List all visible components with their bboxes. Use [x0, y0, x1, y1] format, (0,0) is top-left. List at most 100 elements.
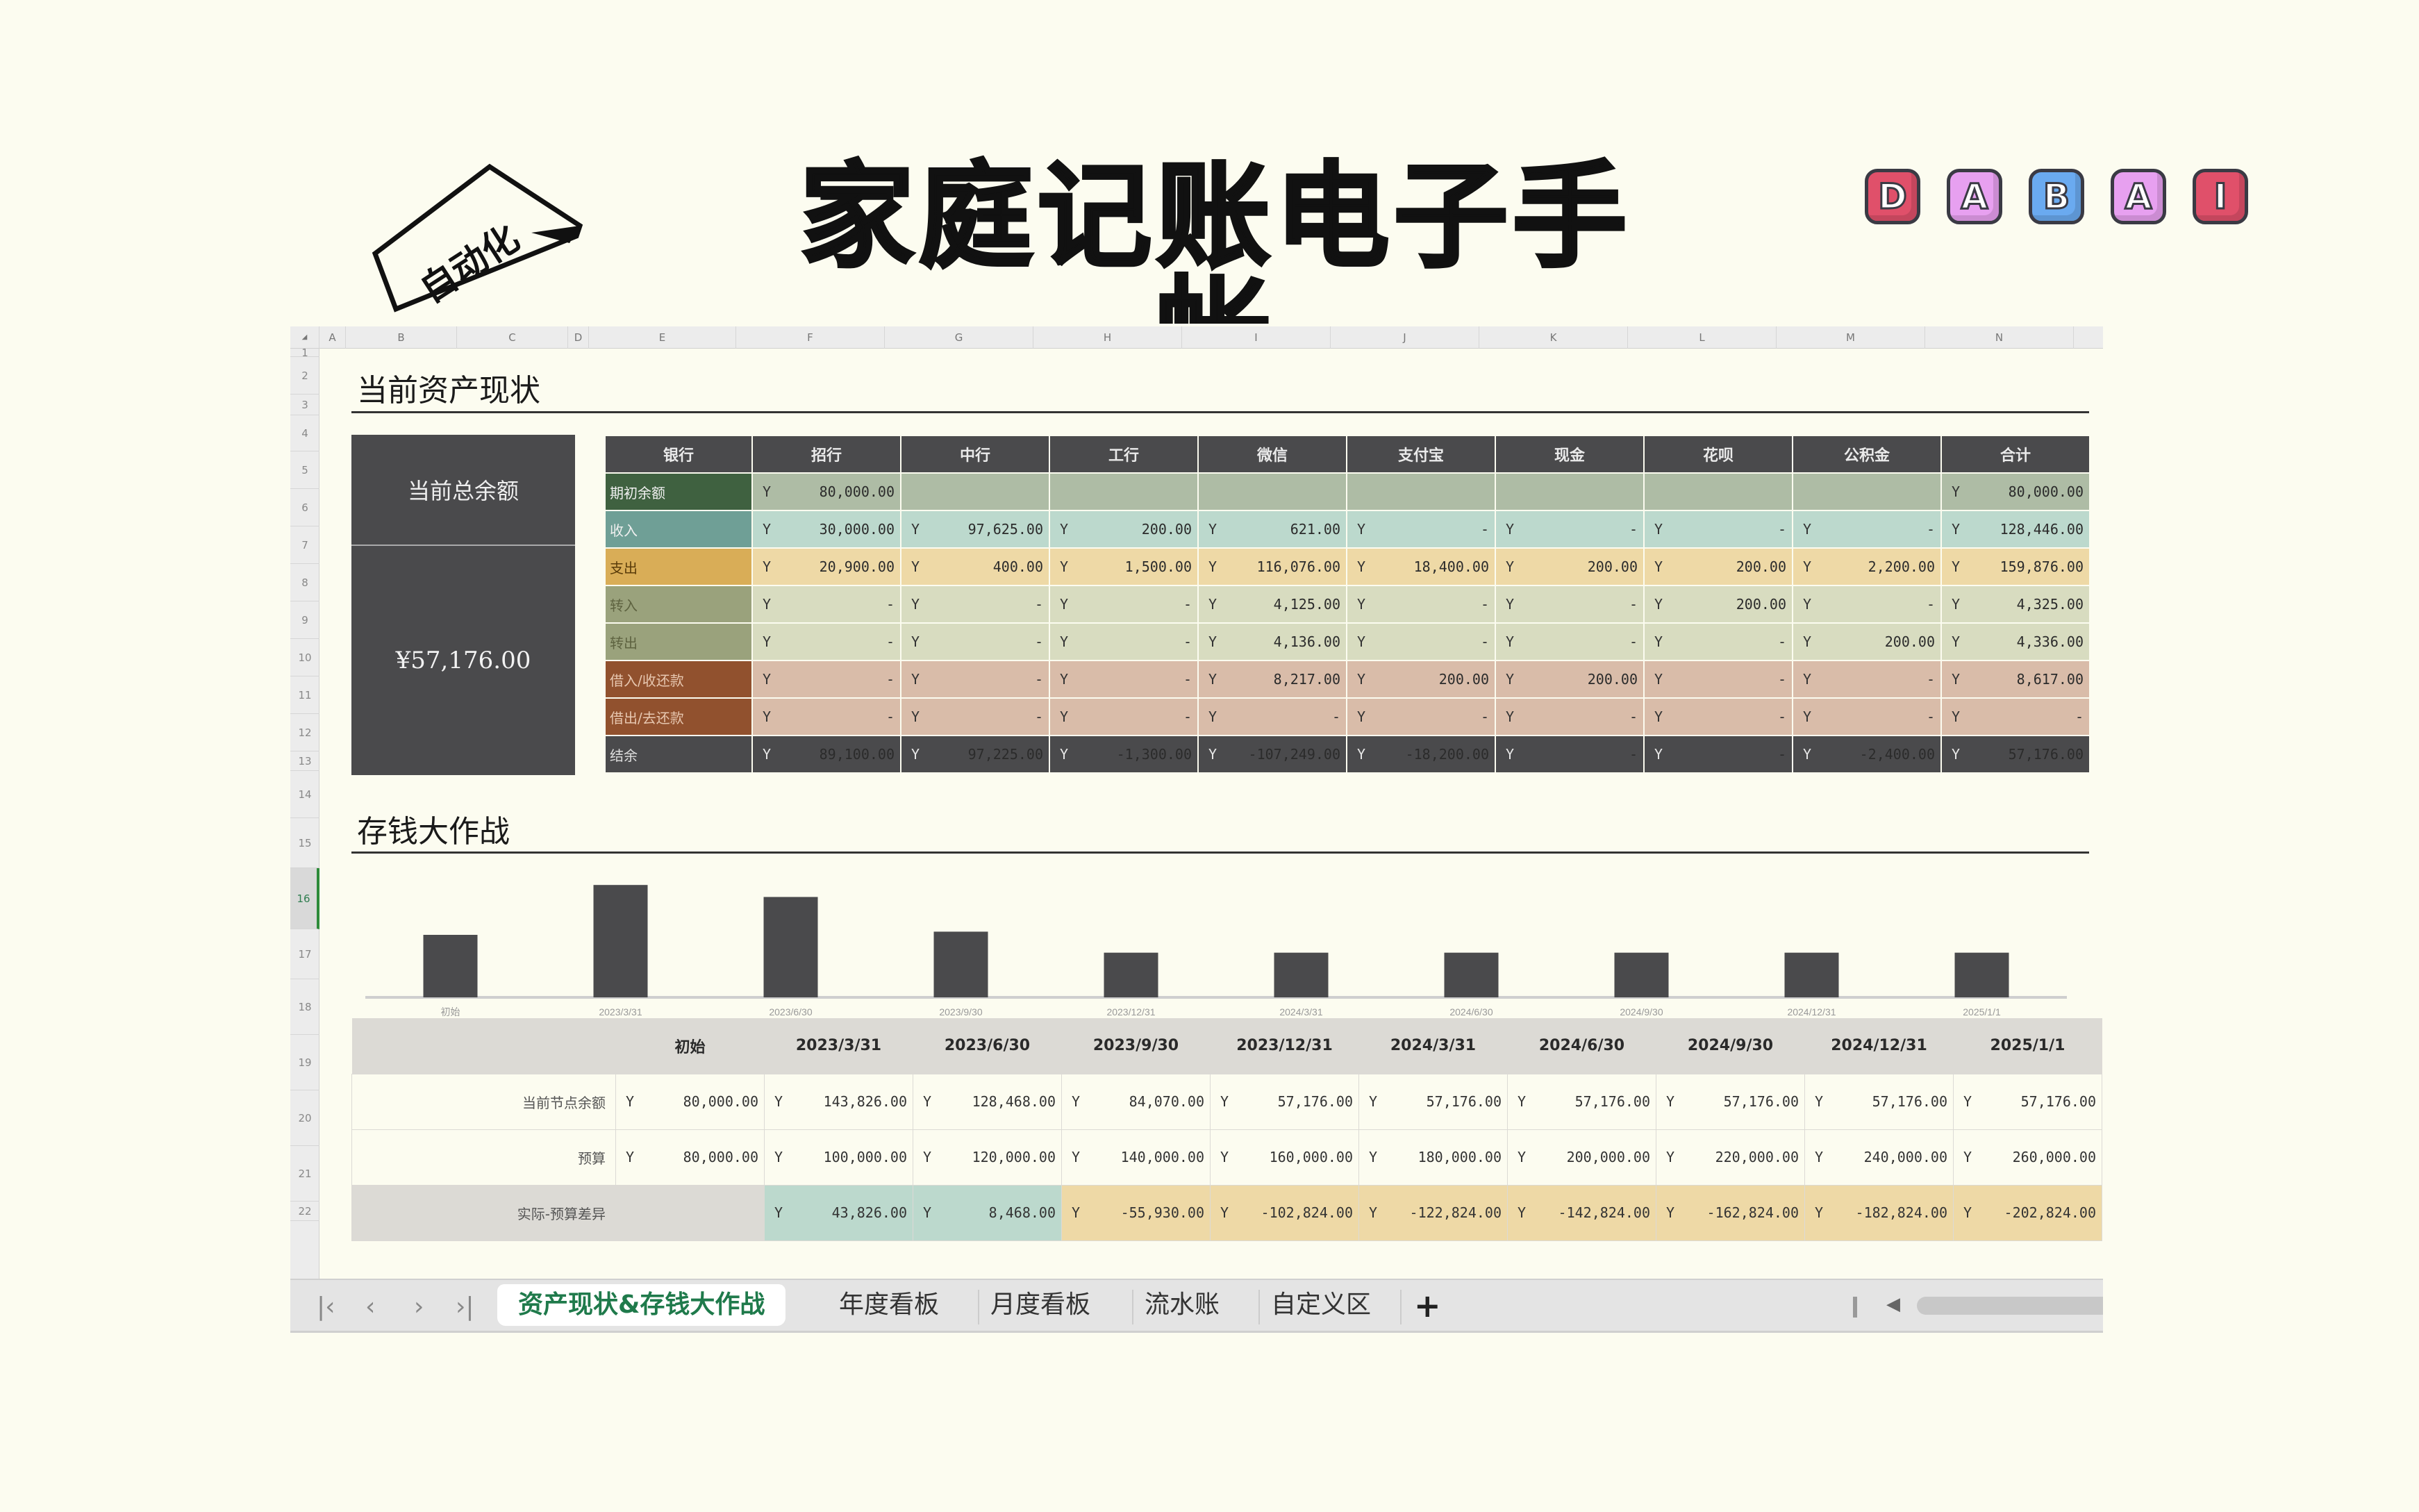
asset-cell[interactable]: Y-: [1645, 736, 1792, 772]
budget-cell[interactable]: Y 57,176.00: [1210, 1073, 1359, 1130]
budget-cell[interactable]: Y 128,468.00: [913, 1073, 1062, 1130]
asset-cell[interactable]: [901, 474, 1049, 510]
asset-cell[interactable]: Y-: [1050, 624, 1197, 660]
row-header-15[interactable]: 15: [290, 818, 319, 868]
budget-cell[interactable]: Y 100,000.00: [764, 1129, 913, 1186]
asset-cell[interactable]: Y 57,176.00: [1942, 736, 2089, 772]
asset-cell[interactable]: [1496, 474, 1643, 510]
asset-cell[interactable]: [1199, 474, 1346, 510]
spreadsheet[interactable]: ◢ A B C D E F G H I J K L M N 1 2 3 4 5 6 7 8 9 10 11 12 13 14 15 16 1…: [290, 324, 2103, 1339]
budget-cell[interactable]: Y -102,824.00: [1210, 1184, 1359, 1241]
budget-cell[interactable]: Y 80,000.00: [615, 1073, 765, 1130]
asset-cell[interactable]: Y-: [753, 699, 900, 735]
row-header-5[interactable]: 5: [290, 451, 319, 489]
asset-cell[interactable]: Y-: [901, 699, 1049, 735]
asset-cell[interactable]: Y-: [1347, 699, 1495, 735]
asset-cell[interactable]: Y-: [1496, 511, 1643, 547]
row-header-3[interactable]: 3: [290, 394, 319, 415]
asset-cell[interactable]: Y 4,125.00: [1199, 586, 1346, 622]
row-header-2[interactable]: 2: [290, 357, 319, 394]
asset-cell[interactable]: [1050, 474, 1197, 510]
asset-cell[interactable]: Y 80,000.00: [1942, 474, 2089, 510]
next-sheet-icon[interactable]: ›: [414, 1293, 424, 1321]
budget-cell[interactable]: Y -182,824.00: [1804, 1184, 1954, 1241]
budget-cell[interactable]: Y 43,826.00: [764, 1184, 913, 1241]
column-header-k[interactable]: K: [1479, 326, 1628, 349]
budget-cell[interactable]: Y 57,176.00: [1953, 1073, 2102, 1130]
column-header-f[interactable]: F: [736, 326, 885, 349]
row-header-22[interactable]: 22: [290, 1202, 319, 1221]
column-header-h[interactable]: H: [1033, 326, 1182, 349]
asset-cell[interactable]: Y 4,325.00: [1942, 586, 2089, 622]
asset-cell[interactable]: Y 200.00: [1347, 661, 1495, 697]
asset-cell[interactable]: Y-: [1645, 511, 1792, 547]
asset-cell[interactable]: Y -18,200.00: [1347, 736, 1495, 772]
asset-cell[interactable]: Y-: [1496, 736, 1643, 772]
sheet-tab[interactable]: 资产现状&存钱大作战: [497, 1284, 786, 1326]
row-header-21[interactable]: 21: [290, 1146, 319, 1202]
asset-cell[interactable]: Y-: [1793, 699, 1940, 735]
row-header-18[interactable]: 18: [290, 979, 319, 1035]
asset-cell[interactable]: Y -1,300.00: [1050, 736, 1197, 772]
asset-cell[interactable]: Y 8,617.00: [1942, 661, 2089, 697]
budget-cell[interactable]: Y -162,824.00: [1656, 1184, 1805, 1241]
asset-cell[interactable]: Y 97,225.00: [901, 736, 1049, 772]
budget-cell[interactable]: Y -202,824.00: [1953, 1184, 2102, 1241]
asset-cell[interactable]: Y-: [1496, 624, 1643, 660]
budget-cell[interactable]: Y -142,824.00: [1507, 1184, 1656, 1241]
asset-cell[interactable]: Y 4,336.00: [1942, 624, 2089, 660]
asset-cell[interactable]: Y-: [753, 661, 900, 697]
asset-cell[interactable]: Y-: [1793, 511, 1940, 547]
budget-cell[interactable]: Y -55,930.00: [1061, 1184, 1211, 1241]
budget-cell[interactable]: Y 57,176.00: [1804, 1073, 1954, 1130]
asset-cell[interactable]: Y 8,217.00: [1199, 661, 1346, 697]
budget-cell[interactable]: Y 180,000.00: [1358, 1129, 1508, 1186]
budget-cell[interactable]: Y 84,070.00: [1061, 1073, 1211, 1130]
row-header-12[interactable]: 12: [290, 714, 319, 751]
asset-cell[interactable]: Y-: [1793, 586, 1940, 622]
column-header-g[interactable]: G: [885, 326, 1033, 349]
asset-cell[interactable]: Y 200.00: [1793, 624, 1940, 660]
asset-cell[interactable]: Y 97,625.00: [901, 511, 1049, 547]
asset-cell[interactable]: Y 400.00: [901, 549, 1049, 585]
row-header-16[interactable]: 16: [290, 868, 319, 929]
asset-cell[interactable]: Y-: [753, 586, 900, 622]
row-header-9[interactable]: 9: [290, 601, 319, 639]
add-sheet-button[interactable]: +: [1414, 1287, 1441, 1324]
column-header-c[interactable]: C: [457, 326, 568, 349]
column-header-m[interactable]: M: [1777, 326, 1925, 349]
asset-cell[interactable]: Y 128,446.00: [1942, 511, 2089, 547]
asset-cell[interactable]: Y -2,400.00: [1793, 736, 1940, 772]
sheet-tab[interactable]: 月度看板: [990, 1284, 1090, 1326]
budget-cell[interactable]: Y 160,000.00: [1210, 1129, 1359, 1186]
asset-cell[interactable]: Y-: [901, 661, 1049, 697]
asset-cell[interactable]: Y 621.00: [1199, 511, 1346, 547]
scroll-left-icon[interactable]: ◀: [1886, 1294, 1900, 1315]
column-header-n[interactable]: N: [1925, 326, 2074, 349]
asset-cell[interactable]: Y 2,200.00: [1793, 549, 1940, 585]
sheet-tab[interactable]: 流水账: [1145, 1284, 1220, 1326]
asset-cell[interactable]: Y 89,100.00: [753, 736, 900, 772]
row-header-7[interactable]: 7: [290, 526, 319, 564]
asset-cell[interactable]: Y 18,400.00: [1347, 549, 1495, 585]
asset-cell[interactable]: Y-: [1496, 699, 1643, 735]
asset-cell[interactable]: Y 20,900.00: [753, 549, 900, 585]
row-header-17[interactable]: 17: [290, 929, 319, 979]
asset-cell[interactable]: Y 80,000.00: [753, 474, 900, 510]
row-header-19[interactable]: 19: [290, 1035, 319, 1090]
column-header-b[interactable]: B: [346, 326, 457, 349]
row-header-13[interactable]: 13: [290, 751, 319, 771]
scroll-split-handle[interactable]: [1853, 1297, 1857, 1318]
budget-cell[interactable]: Y 8,468.00: [913, 1184, 1062, 1241]
asset-cell[interactable]: Y-: [1050, 661, 1197, 697]
asset-cell[interactable]: Y-: [1347, 511, 1495, 547]
select-all-corner[interactable]: ◢: [290, 326, 319, 349]
prev-sheet-icon[interactable]: ‹: [365, 1293, 375, 1321]
asset-cell[interactable]: Y-: [1793, 661, 1940, 697]
asset-cell[interactable]: [1347, 474, 1495, 510]
asset-cell[interactable]: Y-: [1050, 586, 1197, 622]
budget-cell[interactable]: Y 57,176.00: [1507, 1073, 1656, 1130]
row-header-6[interactable]: 6: [290, 489, 319, 526]
row-header-1[interactable]: 1: [290, 347, 319, 359]
column-header-d[interactable]: D: [568, 326, 589, 349]
